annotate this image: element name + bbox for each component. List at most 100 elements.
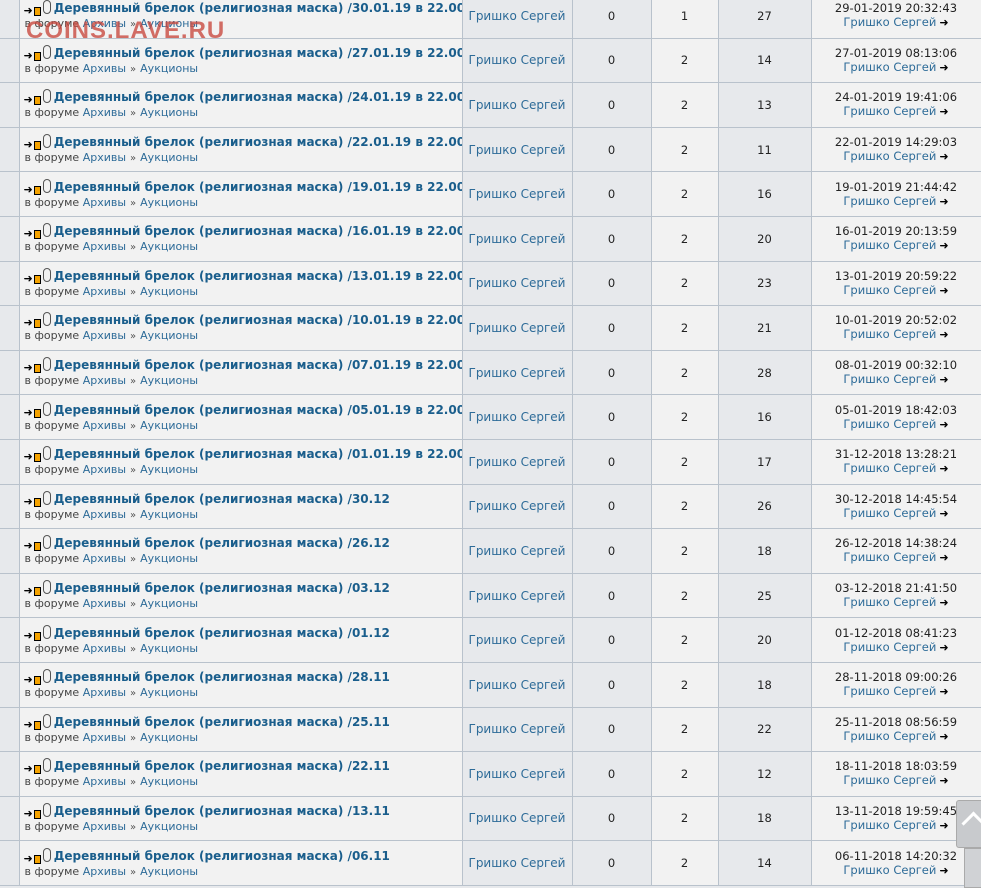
last-post-user-link[interactable]: Гришко Сергей xyxy=(843,104,936,118)
subforum-link[interactable]: Аукционы xyxy=(140,820,198,833)
topic-title-link[interactable]: Деревянный брелок (религиозная маска) /1… xyxy=(54,313,461,327)
forum-link[interactable]: Архивы xyxy=(83,820,126,833)
author-link[interactable]: Гришко Сергей xyxy=(469,276,566,290)
topic-title-link[interactable]: Деревянный брелок (религиозная маска) /0… xyxy=(54,403,461,417)
forum-link[interactable]: Архивы xyxy=(83,775,126,788)
topic-title-link[interactable]: Деревянный брелок (религиозная маска) /1… xyxy=(54,804,390,818)
author-link[interactable]: Гришко Сергей xyxy=(469,544,566,558)
last-post-user-link[interactable]: Гришко Сергей xyxy=(843,506,936,520)
goto-last-post-icon[interactable]: ➜ xyxy=(939,730,948,744)
arrow-right-icon[interactable]: ➜ xyxy=(24,94,33,105)
goto-last-post-icon[interactable]: ➜ xyxy=(939,105,948,119)
subforum-link[interactable]: Аукционы xyxy=(140,552,198,565)
forum-link[interactable]: Архивы xyxy=(83,597,126,610)
arrow-right-icon[interactable]: ➜ xyxy=(24,763,33,774)
last-post-user-link[interactable]: Гришко Сергей xyxy=(843,684,936,698)
subforum-link[interactable]: Аукционы xyxy=(140,151,198,164)
last-post-user-link[interactable]: Гришко Сергей xyxy=(843,863,936,877)
forum-link[interactable]: Архивы xyxy=(83,552,126,565)
topic-title-link[interactable]: Деревянный брелок (религиозная маска) /0… xyxy=(54,849,390,863)
forum-link[interactable]: Архивы xyxy=(83,285,126,298)
arrow-right-icon[interactable]: ➜ xyxy=(24,50,33,61)
subforum-link[interactable]: Аукционы xyxy=(140,686,198,699)
last-post-user-link[interactable]: Гришко Сергей xyxy=(843,773,936,787)
subforum-link[interactable]: Аукционы xyxy=(140,329,198,342)
last-post-user-link[interactable]: Гришко Сергей xyxy=(843,461,936,475)
arrow-right-icon[interactable]: ➜ xyxy=(24,808,33,819)
topic-title-link[interactable]: Деревянный брелок (религиозная маска) /2… xyxy=(54,759,390,773)
author-link[interactable]: Гришко Сергей xyxy=(469,678,566,692)
topic-title-link[interactable]: Деревянный брелок (религиозная маска) /2… xyxy=(54,536,390,550)
subforum-link[interactable]: Аукционы xyxy=(140,17,198,30)
subforum-link[interactable]: Аукционы xyxy=(140,731,198,744)
author-link[interactable]: Гришко Сергей xyxy=(469,232,566,246)
forum-link[interactable]: Архивы xyxy=(83,731,126,744)
author-link[interactable]: Гришко Сергей xyxy=(469,143,566,157)
forum-link[interactable]: Архивы xyxy=(83,106,126,119)
author-link[interactable]: Гришко Сергей xyxy=(469,811,566,825)
goto-last-post-icon[interactable]: ➜ xyxy=(939,819,948,833)
author-link[interactable]: Гришко Сергей xyxy=(469,366,566,380)
author-link[interactable]: Гришко Сергей xyxy=(469,9,566,23)
author-link[interactable]: Гришко Сергей xyxy=(469,410,566,424)
subforum-link[interactable]: Аукционы xyxy=(140,196,198,209)
subforum-link[interactable]: Аукционы xyxy=(140,419,198,432)
topic-title-link[interactable]: Деревянный брелок (религиозная маска) /0… xyxy=(54,358,461,372)
arrow-right-icon[interactable]: ➜ xyxy=(24,630,33,641)
topic-title-link[interactable]: Деревянный брелок (религиозная маска) /2… xyxy=(54,715,390,729)
topic-title-link[interactable]: Деревянный брелок (религиозная маска) /0… xyxy=(54,581,390,595)
last-post-user-link[interactable]: Гришко Сергей xyxy=(843,283,936,297)
subforum-link[interactable]: Аукционы xyxy=(140,285,198,298)
author-link[interactable]: Гришко Сергей xyxy=(469,321,566,335)
forum-link[interactable]: Архивы xyxy=(83,62,126,75)
scroll-to-top-button-lower[interactable] xyxy=(964,848,981,888)
last-post-user-link[interactable]: Гришко Сергей xyxy=(843,417,936,431)
topic-title-link[interactable]: Деревянный брелок (религиозная маска) /2… xyxy=(54,46,461,60)
topic-title-link[interactable]: Деревянный брелок (религиозная маска) /3… xyxy=(54,492,390,506)
forum-link[interactable]: Архивы xyxy=(83,865,126,878)
topic-title-link[interactable]: Деревянный брелок (религиозная маска) /1… xyxy=(54,180,461,194)
subforum-link[interactable]: Аукционы xyxy=(140,106,198,119)
goto-last-post-icon[interactable]: ➜ xyxy=(939,418,948,432)
goto-last-post-icon[interactable]: ➜ xyxy=(939,284,948,298)
last-post-user-link[interactable]: Гришко Сергей xyxy=(843,194,936,208)
author-link[interactable]: Гришко Сергей xyxy=(469,187,566,201)
arrow-right-icon[interactable]: ➜ xyxy=(24,540,33,551)
goto-last-post-icon[interactable]: ➜ xyxy=(939,507,948,521)
arrow-right-icon[interactable]: ➜ xyxy=(24,184,33,195)
goto-last-post-icon[interactable]: ➜ xyxy=(939,685,948,699)
topic-title-link[interactable]: Деревянный брелок (религиозная маска) /0… xyxy=(54,447,461,461)
goto-last-post-icon[interactable]: ➜ xyxy=(939,641,948,655)
arrow-right-icon[interactable]: ➜ xyxy=(24,5,33,16)
forum-link[interactable]: Архивы xyxy=(83,240,126,253)
arrow-right-icon[interactable]: ➜ xyxy=(24,719,33,730)
arrow-right-icon[interactable]: ➜ xyxy=(24,853,33,864)
last-post-user-link[interactable]: Гришко Сергей xyxy=(843,729,936,743)
forum-link[interactable]: Архивы xyxy=(83,686,126,699)
last-post-user-link[interactable]: Гришко Сергей xyxy=(843,818,936,832)
arrow-right-icon[interactable]: ➜ xyxy=(24,139,33,150)
goto-last-post-icon[interactable]: ➜ xyxy=(939,61,948,75)
forum-link[interactable]: Архивы xyxy=(83,642,126,655)
arrow-right-icon[interactable]: ➜ xyxy=(24,273,33,284)
forum-link[interactable]: Архивы xyxy=(83,419,126,432)
last-post-user-link[interactable]: Гришко Сергей xyxy=(843,60,936,74)
goto-last-post-icon[interactable]: ➜ xyxy=(939,16,948,30)
subforum-link[interactable]: Аукционы xyxy=(140,775,198,788)
forum-link[interactable]: Архивы xyxy=(83,151,126,164)
last-post-user-link[interactable]: Гришко Сергей xyxy=(843,15,936,29)
arrow-right-icon[interactable]: ➜ xyxy=(24,451,33,462)
arrow-right-icon[interactable]: ➜ xyxy=(24,317,33,328)
arrow-right-icon[interactable]: ➜ xyxy=(24,585,33,596)
subforum-link[interactable]: Аукционы xyxy=(140,865,198,878)
goto-last-post-icon[interactable]: ➜ xyxy=(939,551,948,565)
last-post-user-link[interactable]: Гришко Сергей xyxy=(843,327,936,341)
last-post-user-link[interactable]: Гришко Сергей xyxy=(843,149,936,163)
last-post-user-link[interactable]: Гришко Сергей xyxy=(843,640,936,654)
arrow-right-icon[interactable]: ➜ xyxy=(24,496,33,507)
goto-last-post-icon[interactable]: ➜ xyxy=(939,239,948,253)
goto-last-post-icon[interactable]: ➜ xyxy=(939,150,948,164)
arrow-right-icon[interactable]: ➜ xyxy=(24,407,33,418)
topic-title-link[interactable]: Деревянный брелок (религиозная маска) /3… xyxy=(54,1,461,15)
subforum-link[interactable]: Аукционы xyxy=(140,62,198,75)
